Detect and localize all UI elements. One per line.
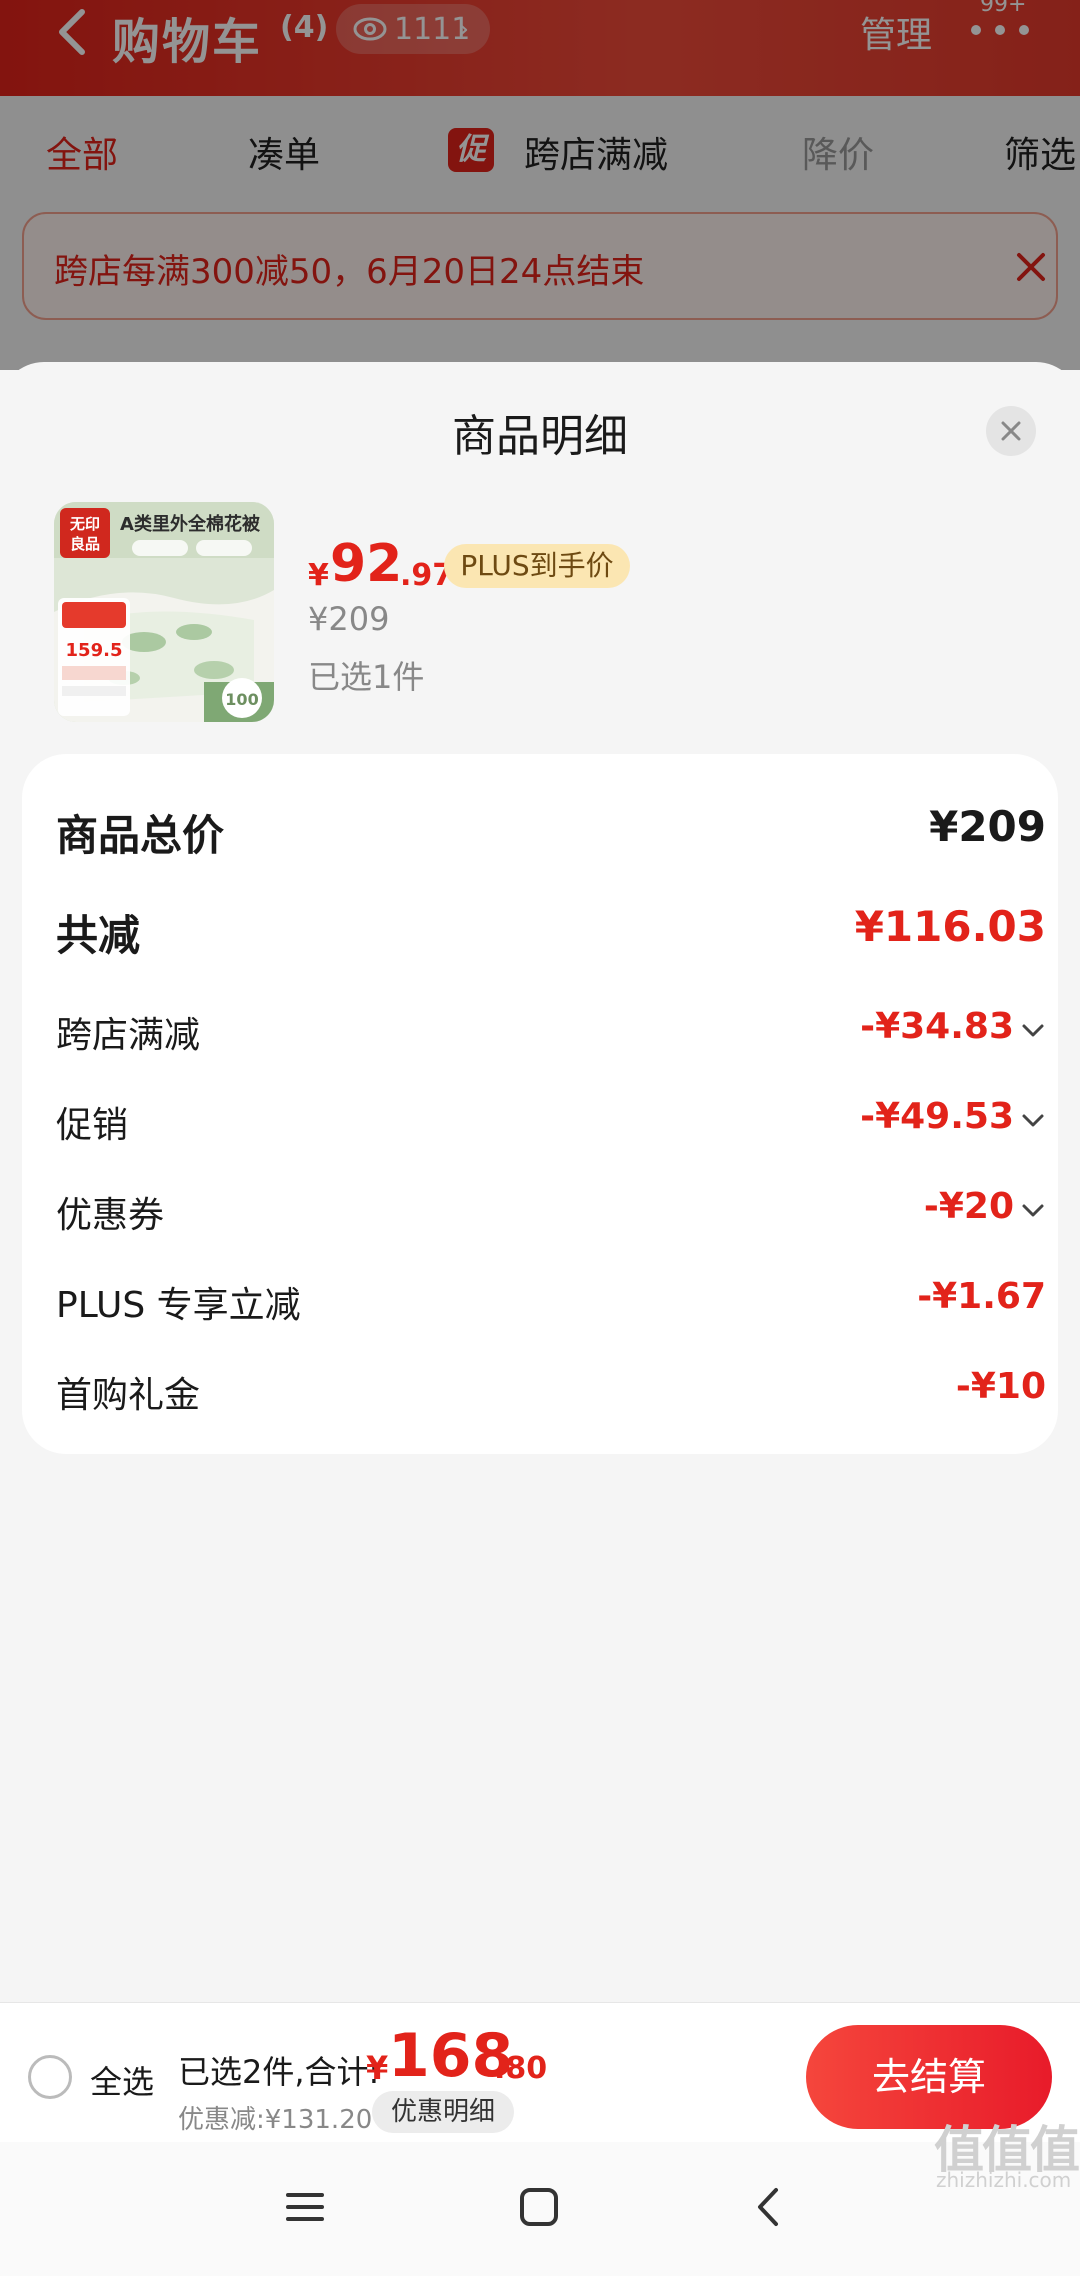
plus-price-tag: PLUS到手价	[444, 544, 630, 588]
system-nav-bar	[0, 2142, 1080, 2276]
discount-label: PLUS 专享立减	[56, 1285, 301, 1326]
chevron-down-icon[interactable]	[1020, 1202, 1046, 1220]
select-all-label[interactable]: 全选	[90, 2057, 154, 2103]
select-all-checkbox[interactable]	[28, 2055, 72, 2099]
price-yen: ¥	[308, 558, 329, 593]
cross-store-discount-row[interactable]: 跨店满减 -¥34.83	[56, 1006, 1046, 1066]
discount-summary: 优惠减:¥131.20	[178, 2105, 373, 2135]
discount-label: 跨店满减	[56, 1015, 201, 1056]
plus-discount-row: PLUS 专享立减 -¥1.67	[56, 1276, 1046, 1336]
first-purchase-gift-row: 首购礼金 -¥10	[56, 1366, 1046, 1426]
price-breakdown-card: 商品总价 ¥209 共减 ¥116.03 跨店满减 -¥34.83 促销 -¥4…	[22, 754, 1058, 1454]
home-icon[interactable]	[514, 2182, 564, 2232]
image-price: 159.5	[66, 640, 123, 661]
total-decimal: .80	[494, 2051, 548, 2086]
total-reduction-label: 共减	[56, 911, 141, 960]
price-integer: 92	[330, 534, 403, 594]
image-headline: A类里外全棉花被	[120, 513, 261, 535]
image-badge: 100	[225, 690, 258, 709]
promotion-discount-row[interactable]: 促销 -¥49.53	[56, 1096, 1046, 1156]
chevron-down-icon[interactable]	[1020, 1112, 1046, 1130]
menu-icon[interactable]	[280, 2182, 330, 2232]
sheet-close-button[interactable]	[986, 406, 1036, 456]
discount-value: -¥34.83	[860, 1006, 1014, 1047]
total-yen: ¥	[366, 2049, 389, 2087]
discount-value: -¥1.67	[917, 1276, 1046, 1317]
total-price-value: ¥209	[929, 802, 1046, 851]
product-image[interactable]: 无印 良品 A类里外全棉花被 159.5 100	[54, 502, 274, 722]
total-reduction-value: ¥116.03	[854, 902, 1046, 951]
discount-label: 优惠券	[56, 1195, 165, 1236]
coupon-discount-row[interactable]: 优惠券 -¥20	[56, 1186, 1046, 1246]
discount-detail-button[interactable]: 优惠明细	[372, 2091, 514, 2133]
total-reduction-row: 共减 ¥116.03	[56, 902, 1046, 962]
chevron-down-icon[interactable]	[1020, 1022, 1046, 1040]
total-price-label: 商品总价	[56, 811, 225, 860]
close-icon	[1001, 421, 1021, 441]
back-nav-icon[interactable]	[744, 2182, 794, 2232]
discount-value: -¥49.53	[860, 1096, 1014, 1137]
discount-label: 首购礼金	[56, 1375, 201, 1416]
brand-text-1: 无印	[69, 515, 100, 533]
discount-value: -¥20	[923, 1186, 1014, 1227]
sheet-title: 商品明细	[452, 411, 628, 462]
brand-text-2: 良品	[70, 535, 100, 553]
checkout-bar: 全选 已选2件,合计: ¥ 168 .80 优惠减:¥131.20 优惠明细 去…	[0, 2002, 1080, 2142]
watermark-url: zhizhizhi.com	[936, 2168, 1072, 2192]
overlay-scrim[interactable]	[0, 0, 1080, 370]
discount-value: -¥10	[955, 1366, 1046, 1407]
cart-page-background: 购物车 (4) 1111 › 管理 99+ 全部 凑单 跨店满减 降价 筛选 促…	[0, 0, 1080, 370]
selected-count: 已选1件	[308, 658, 425, 696]
selection-summary: 已选2件,合计:	[178, 2053, 380, 2091]
total-price-row: 商品总价 ¥209	[56, 802, 1046, 862]
detail-sheet: 商品明细 无印 良品 A类里外全棉花被 159.5 100 ¥ 92 .97 P…	[0, 362, 1080, 2002]
discount-label: 促销	[56, 1105, 129, 1146]
original-price: ¥209	[308, 600, 390, 638]
